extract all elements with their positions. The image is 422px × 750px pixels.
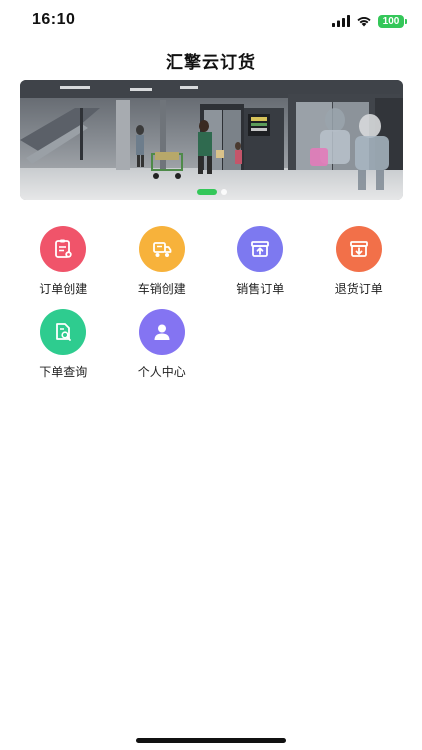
banner-image (20, 80, 403, 200)
menu-label: 个人中心 (137, 365, 186, 379)
menu-item-personal-center[interactable]: 个人中心 (113, 309, 212, 380)
menu-item-order-search[interactable]: 下单查询 (14, 309, 113, 380)
box-upload-icon (237, 226, 284, 272)
box-download-icon (335, 226, 382, 272)
battery-indicator: 100 (378, 14, 407, 28)
menu-item-cart-sale[interactable]: 车销创建 (113, 226, 212, 297)
menu-item-return-order[interactable]: 退货订单 (310, 226, 409, 297)
menu-label: 车销创建 (137, 282, 186, 296)
order-search-icon (40, 309, 87, 355)
menu-label: 销售订单 (236, 282, 285, 296)
menu-label: 退货订单 (334, 282, 383, 296)
order-create-icon (40, 226, 87, 272)
status-bar: 16:10 100 (0, 0, 422, 40)
status-indicators: 100 (332, 13, 407, 29)
carousel-dot-active[interactable] (196, 189, 217, 195)
person-icon (138, 309, 185, 355)
carousel-dot[interactable] (220, 189, 227, 195)
status-time: 16:10 (32, 11, 76, 28)
menu-label: 下单查询 (39, 365, 88, 379)
carousel-indicator (20, 189, 403, 195)
home-indicator[interactable] (136, 738, 286, 743)
function-menu-grid: 订单创建 车销创建 销售订单 退货订单 下单查询 个人中心 (14, 226, 408, 380)
wifi-icon (357, 17, 371, 27)
menu-item-sales-order[interactable]: 销售订单 (211, 226, 310, 297)
page-title: 汇擎云订货 (166, 53, 256, 72)
cellular-signal-icon (332, 15, 350, 27)
menu-label: 订单创建 (39, 282, 88, 296)
cart-sale-icon (138, 226, 185, 272)
app-screen: 16:10 100 汇擎云订货 订单创建 车销创建 销售订单 退货订单 下单查询… (0, 0, 422, 750)
banner-carousel[interactable] (20, 80, 403, 200)
menu-item-order-create[interactable]: 订单创建 (14, 226, 113, 297)
